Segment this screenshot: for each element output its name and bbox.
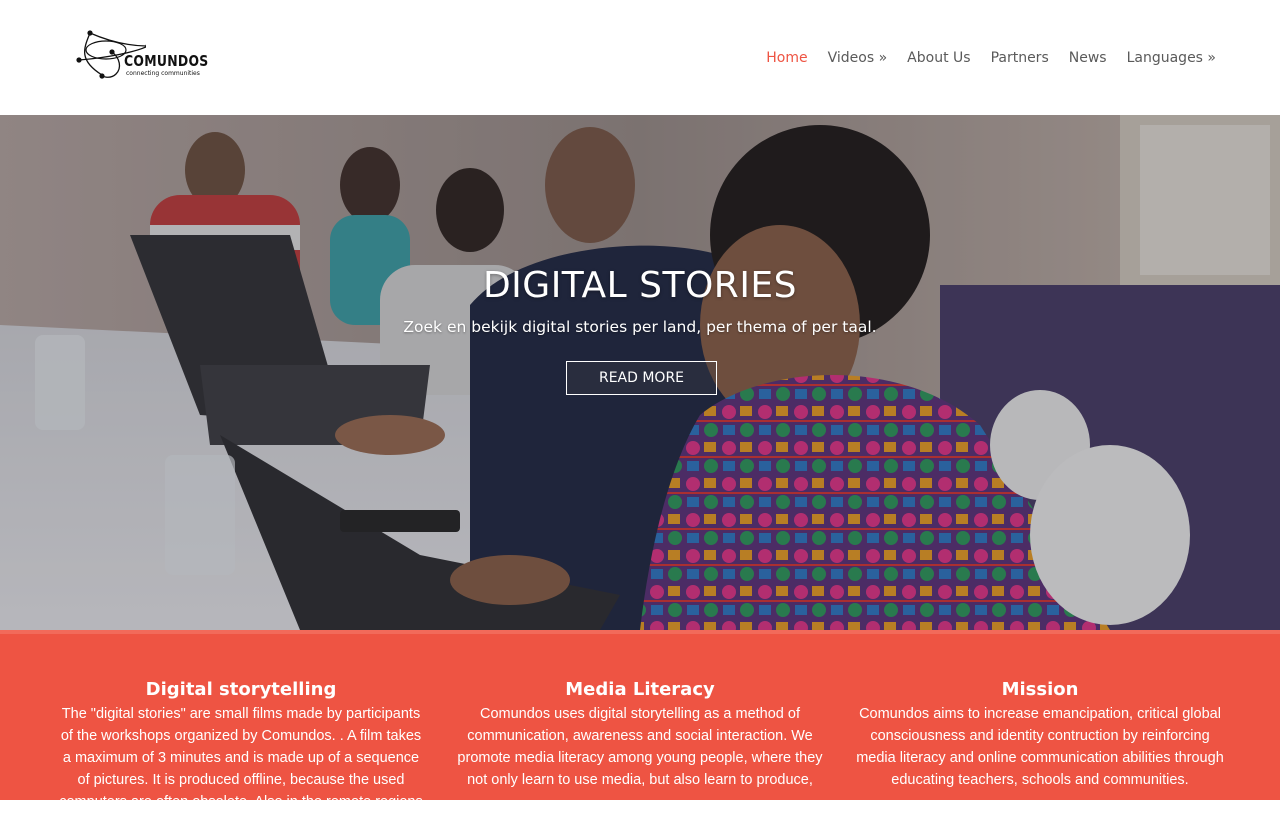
nav-languages[interactable]: Languages »: [1127, 50, 1216, 66]
feature-title: Mission: [1001, 679, 1079, 700]
hero-title: DIGITAL STORIES: [482, 265, 798, 306]
feature-digital-storytelling: Digital storytelling The "digital storie…: [55, 678, 427, 813]
nav-about-us[interactable]: About Us: [907, 50, 970, 66]
hero-banner: DIGITAL STORIES Zoek en bekijk digital s…: [0, 115, 1280, 630]
comundos-logo[interactable]: COMUNDOS connecting communities: [76, 28, 216, 84]
feature-text: Comundos aims to increase emancipation, …: [856, 706, 1224, 788]
feature-title: Media Literacy: [565, 679, 715, 700]
hero-subtitle: Zoek en bekijk digital stories per land,…: [403, 318, 877, 336]
feature-mission: Mission Comundos aims to increase emanci…: [854, 678, 1226, 791]
logo-tagline: connecting communities: [126, 70, 200, 77]
feature-text: The "digital stories" are small films ma…: [59, 706, 423, 810]
nav-news[interactable]: News: [1069, 50, 1107, 66]
site-header: COMUNDOS connecting communities Home Vid…: [0, 0, 1280, 115]
nav-videos[interactable]: Videos »: [828, 50, 888, 66]
nav-home[interactable]: Home: [766, 50, 807, 66]
read-more-button[interactable]: READ MORE: [566, 361, 717, 395]
features-band: Digital storytelling The "digital storie…: [0, 630, 1280, 810]
logo-wordmark: COMUNDOS: [124, 52, 209, 70]
feature-text: Comundos uses digital storytelling as a …: [457, 706, 823, 788]
main-nav: Home Videos » About Us Partners News Lan…: [746, 50, 1216, 66]
feature-title: Digital storytelling: [145, 679, 337, 700]
feature-media-literacy: Media Literacy Comundos uses digital sto…: [454, 678, 826, 791]
nav-partners[interactable]: Partners: [991, 50, 1049, 66]
